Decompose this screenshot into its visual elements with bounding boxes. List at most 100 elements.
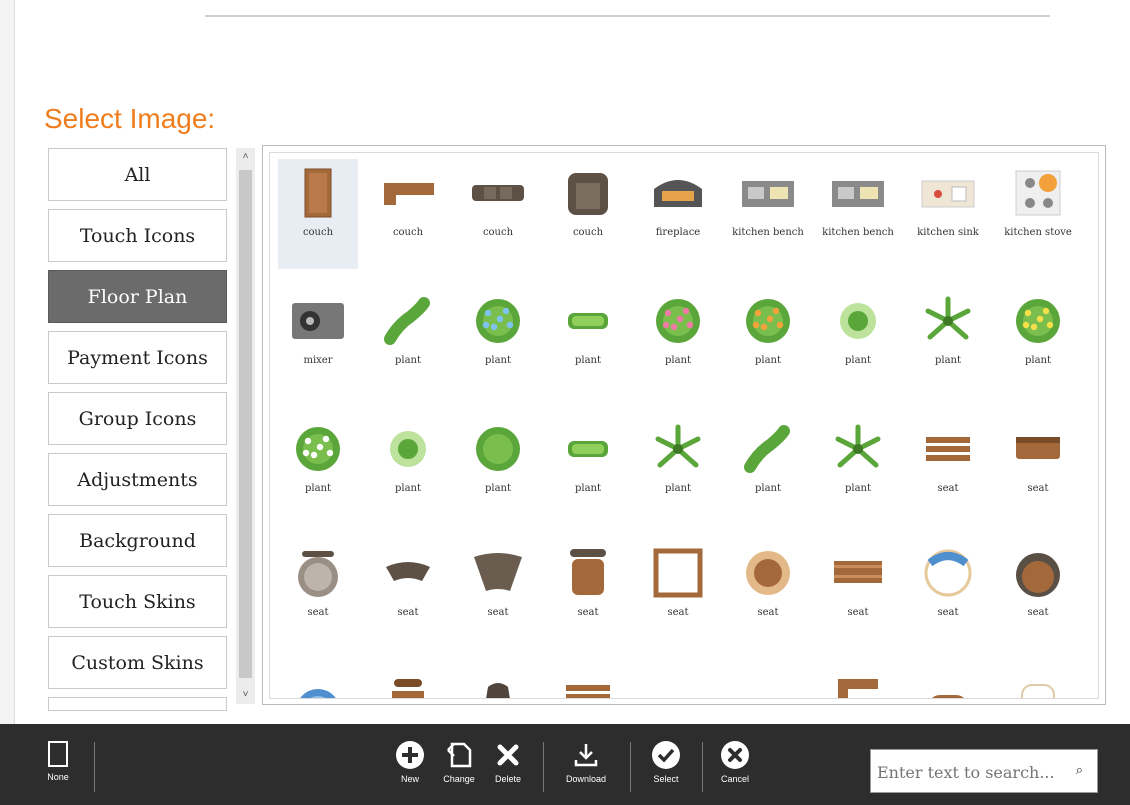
- image-tile[interactable]: plant: [458, 415, 538, 525]
- image-tile[interactable]: plant: [278, 415, 358, 525]
- delete-button[interactable]: Delete: [488, 740, 528, 804]
- delete-label: Delete: [494, 774, 521, 784]
- search-box[interactable]: ⌕: [870, 749, 1098, 793]
- white-chair-icon: [998, 671, 1078, 698]
- image-tile[interactable]: [368, 663, 448, 698]
- image-tile[interactable]: [458, 663, 538, 698]
- wood-stool-icon: [908, 671, 988, 698]
- cancel-circle-icon: [721, 741, 749, 769]
- image-tile[interactable]: plant: [368, 415, 448, 525]
- image-tile[interactable]: couch: [368, 159, 448, 269]
- image-tile[interactable]: seat: [638, 539, 718, 649]
- image-tile[interactable]: seat: [998, 539, 1078, 649]
- image-tile[interactable]: plant: [728, 415, 808, 525]
- image-tile[interactable]: kitchen bench: [728, 159, 808, 269]
- image-tile[interactable]: plant: [638, 287, 718, 397]
- image-tile[interactable]: plant: [908, 287, 988, 397]
- image-tile[interactable]: couch: [458, 159, 538, 269]
- change-button[interactable]: Change: [436, 740, 482, 804]
- select-button[interactable]: Select: [647, 740, 685, 804]
- wood-chair-icon: [368, 671, 448, 698]
- image-tile[interactable]: [908, 663, 988, 698]
- image-tile-label: plant: [1024, 355, 1052, 366]
- image-tile[interactable]: couch: [278, 159, 358, 269]
- category-group-icons[interactable]: Group Icons: [48, 392, 227, 445]
- category-list: All Touch Icons Floor Plan Payment Icons…: [48, 148, 229, 719]
- image-tile[interactable]: plant: [638, 415, 718, 525]
- mixer-icon: [278, 295, 358, 347]
- image-tile[interactable]: plant: [818, 287, 898, 397]
- image-tile[interactable]: [998, 663, 1078, 698]
- category-floor-plan[interactable]: Floor Plan: [48, 270, 227, 323]
- curved-seat-icon: [368, 547, 448, 599]
- scroll-down-arrow-icon[interactable]: ˅: [236, 686, 255, 704]
- image-tile-label: seat: [577, 607, 599, 618]
- plant-blue-flower-icon: [458, 295, 538, 347]
- image-tile[interactable]: plant: [548, 415, 628, 525]
- image-tile-label: plant: [664, 355, 692, 366]
- image-tile[interactable]: plant: [458, 287, 538, 397]
- kitchen-sink-icon: [908, 167, 988, 219]
- new-button[interactable]: New: [392, 740, 428, 804]
- image-tile[interactable]: [818, 663, 898, 698]
- image-tile[interactable]: [548, 663, 628, 698]
- image-tile[interactable]: seat: [908, 539, 988, 649]
- image-tile[interactable]: plant: [368, 287, 448, 397]
- image-tile[interactable]: seat: [278, 539, 358, 649]
- category-background[interactable]: Background: [48, 514, 227, 567]
- square-table-icon: [638, 547, 718, 599]
- scrollbar-thumb[interactable]: [239, 170, 252, 678]
- category-next-partial[interactable]: [48, 697, 227, 711]
- plant-pink-flower-icon: [638, 295, 718, 347]
- toolbar-separator: [630, 742, 631, 792]
- plant-hedge-curve-icon: [368, 295, 448, 347]
- category-all[interactable]: All: [48, 148, 227, 201]
- image-grid[interactable]: couch couch couch couch fireplace kitchen ben…: [269, 152, 1099, 699]
- search-input[interactable]: [875, 756, 1069, 788]
- category-touch-skins[interactable]: Touch Skins: [48, 575, 227, 628]
- image-tile[interactable]: seat: [998, 415, 1078, 525]
- toolbar-separator: [94, 742, 95, 792]
- image-tile[interactable]: couch: [548, 159, 628, 269]
- category-adjustments[interactable]: Adjustments: [48, 453, 227, 506]
- image-tile[interactable]: kitchen sink: [908, 159, 988, 269]
- image-tile[interactable]: [278, 663, 358, 698]
- image-tile[interactable]: plant: [818, 415, 898, 525]
- image-tile[interactable]: kitchen stove: [998, 159, 1078, 269]
- blue-ring-seat-icon: [728, 671, 808, 698]
- image-tile[interactable]: seat: [548, 539, 628, 649]
- image-tile[interactable]: plant: [548, 287, 628, 397]
- image-tile[interactable]: plant: [998, 287, 1078, 397]
- corner-bench-icon: [818, 671, 898, 698]
- window-left-frame: [0, 0, 15, 725]
- image-tile[interactable]: seat: [818, 539, 898, 649]
- plank-bench-icon: [638, 671, 718, 698]
- image-tile[interactable]: seat: [908, 415, 988, 525]
- none-button[interactable]: None: [40, 740, 76, 804]
- couch-long-icon: [458, 167, 538, 219]
- image-tile-label: kitchen bench: [732, 227, 804, 238]
- category-payment-icons[interactable]: Payment Icons: [48, 331, 227, 384]
- image-tile[interactable]: [728, 663, 808, 698]
- plant-sparse-icon: [818, 295, 898, 347]
- image-tile[interactable]: mixer: [278, 287, 358, 397]
- cancel-button[interactable]: Cancel: [715, 740, 755, 804]
- round-stool-icon: [278, 547, 358, 599]
- image-tile[interactable]: [638, 663, 718, 698]
- category-touch-icons[interactable]: Touch Icons: [48, 209, 227, 262]
- blank-image-icon: [48, 741, 68, 767]
- image-tile[interactable]: seat: [458, 539, 538, 649]
- scroll-up-arrow-icon[interactable]: ˄: [236, 148, 255, 166]
- image-tile[interactable]: kitchen bench: [818, 159, 898, 269]
- search-icon[interactable]: ⌕: [1076, 762, 1083, 778]
- plant-palm-icon: [818, 423, 898, 475]
- image-tile[interactable]: fireplace: [638, 159, 718, 269]
- plus-circle-icon: [396, 741, 424, 769]
- category-scrollbar[interactable]: ˄ ˅: [236, 148, 255, 704]
- category-custom-skins[interactable]: Custom Skins: [48, 636, 227, 689]
- image-tile[interactable]: plant: [728, 287, 808, 397]
- image-tile-label: plant: [394, 355, 422, 366]
- image-tile[interactable]: seat: [728, 539, 808, 649]
- image-tile[interactable]: seat: [368, 539, 448, 649]
- download-button[interactable]: Download: [556, 740, 616, 804]
